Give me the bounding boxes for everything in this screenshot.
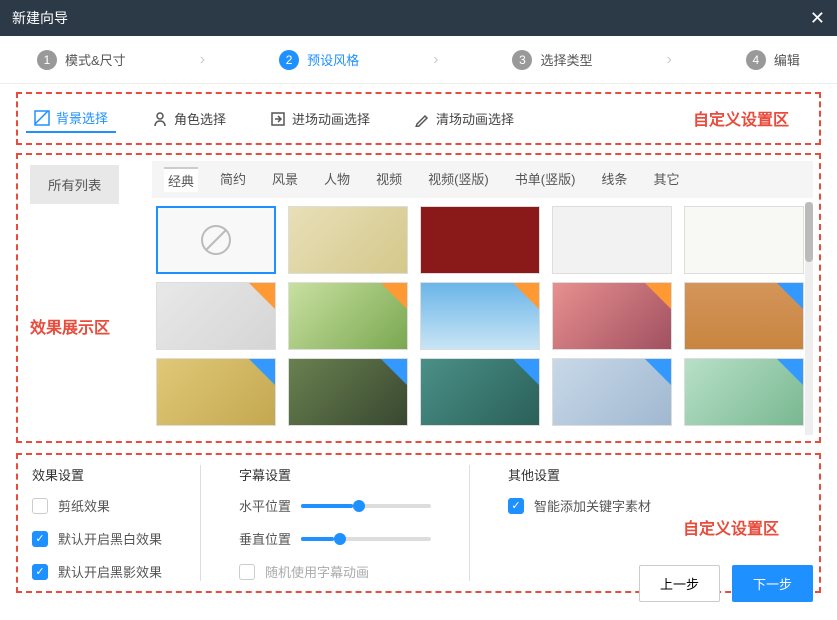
badge-icon <box>249 359 275 385</box>
badge-icon <box>777 359 803 385</box>
divider <box>200 465 201 581</box>
badge-icon <box>381 359 407 385</box>
effect-row[interactable]: 剪纸效果 <box>32 496 162 515</box>
checkbox[interactable] <box>239 564 255 580</box>
random-row[interactable]: 随机使用字幕动画 <box>239 562 431 581</box>
other-title: 其他设置 <box>508 465 651 484</box>
category-tabs: 经典 简约 风景 人物 视频 视频(竖版) 书单(竖版) 线条 其它 <box>152 161 813 198</box>
thumb-item[interactable] <box>552 358 672 426</box>
titlebar: 新建向导 ✕ <box>0 0 837 36</box>
badge-icon <box>645 283 671 309</box>
badge-icon <box>513 359 539 385</box>
tab-enter-animation[interactable]: 进场动画选择 <box>262 105 378 132</box>
chevron-right-icon: › <box>433 51 438 69</box>
other-settings: 其他设置 智能添加关键字素材 <box>508 465 651 581</box>
subtitle-settings: 字幕设置 水平位置 垂直位置 随机使用字幕动画 <box>239 465 431 581</box>
tab-background[interactable]: 背景选择 <box>26 104 116 133</box>
footer-buttons: 上一步 下一步 <box>639 565 813 602</box>
brush-icon <box>414 111 430 127</box>
scrollbar[interactable] <box>805 202 813 435</box>
wizard-steps: 1模式&尺寸 › 2预设风格 › 3选择类型 › 4编辑 <box>0 36 837 84</box>
sidebar: 所有列表 效果展示区 <box>24 161 144 435</box>
cat-other[interactable]: 其它 <box>649 167 683 192</box>
badge-icon <box>249 283 275 309</box>
cat-people[interactable]: 人物 <box>320 167 354 192</box>
prev-button[interactable]: 上一步 <box>639 565 720 602</box>
hpos-slider[interactable] <box>301 504 431 508</box>
window-title: 新建向导 <box>12 8 68 28</box>
main-area: 所有列表 效果展示区 经典 简约 风景 人物 视频 视频(竖版) 书单(竖版) … <box>16 153 821 443</box>
thumb-none[interactable] <box>156 206 276 274</box>
step-3[interactable]: 3选择类型 <box>512 50 592 70</box>
cat-simple[interactable]: 简约 <box>216 167 250 192</box>
cat-lines[interactable]: 线条 <box>597 167 631 192</box>
step-4[interactable]: 4编辑 <box>746 50 800 70</box>
chevron-right-icon: › <box>200 51 205 69</box>
checkbox[interactable] <box>32 531 48 547</box>
cat-book-v[interactable]: 书单(竖版) <box>511 167 580 192</box>
enter-icon <box>270 111 286 127</box>
thumb-item[interactable] <box>684 206 804 274</box>
thumb-item[interactable] <box>156 358 276 426</box>
chevron-right-icon: › <box>667 51 672 69</box>
badge-icon <box>777 283 803 309</box>
effect-row[interactable]: 默认开启黑白效果 <box>32 529 162 548</box>
thumb-item[interactable] <box>420 206 540 274</box>
thumb-item[interactable] <box>420 358 540 426</box>
effect-row[interactable]: 默认开启黑影效果 <box>32 562 162 581</box>
vpos-row: 垂直位置 <box>239 529 431 548</box>
thumbnail-grid <box>156 206 809 426</box>
person-icon <box>152 111 168 127</box>
tab-exit-animation[interactable]: 清场动画选择 <box>406 105 522 132</box>
annotation-custom-area: 自定义设置区 <box>683 515 779 539</box>
all-list-button[interactable]: 所有列表 <box>30 165 119 204</box>
annotation-preview-area: 效果展示区 <box>30 314 144 338</box>
thumb-item[interactable] <box>684 282 804 350</box>
badge-icon <box>381 283 407 309</box>
annotation-custom-area: 自定义设置区 <box>693 106 789 130</box>
cat-scenery[interactable]: 风景 <box>268 167 302 192</box>
thumb-item[interactable] <box>288 206 408 274</box>
checkbox[interactable] <box>32 564 48 580</box>
thumb-item[interactable] <box>288 358 408 426</box>
tab-character[interactable]: 角色选择 <box>144 105 234 132</box>
thumb-item[interactable] <box>288 282 408 350</box>
checkbox[interactable] <box>508 498 524 514</box>
thumb-item[interactable] <box>684 358 804 426</box>
thumb-item[interactable] <box>420 282 540 350</box>
section-tabs: 背景选择 角色选择 进场动画选择 清场动画选择 自定义设置区 <box>16 92 821 145</box>
vpos-slider[interactable] <box>301 537 431 541</box>
divider <box>469 465 470 581</box>
effect-settings: 效果设置 剪纸效果 默认开启黑白效果 默认开启黑影效果 <box>32 465 162 581</box>
step-2[interactable]: 2预设风格 <box>279 50 359 70</box>
badge-icon <box>513 283 539 309</box>
step-1[interactable]: 1模式&尺寸 <box>37 50 126 70</box>
cat-video-v[interactable]: 视频(竖版) <box>424 167 493 192</box>
thumb-item[interactable] <box>552 282 672 350</box>
checkbox[interactable] <box>32 498 48 514</box>
content-area: 经典 简约 风景 人物 视频 视频(竖版) 书单(竖版) 线条 其它 <box>152 161 813 435</box>
cat-classic[interactable]: 经典 <box>164 167 198 192</box>
close-icon[interactable]: ✕ <box>810 8 825 29</box>
background-icon <box>34 110 50 126</box>
thumb-item[interactable] <box>552 206 672 274</box>
effect-title: 效果设置 <box>32 465 162 484</box>
next-button[interactable]: 下一步 <box>732 565 813 602</box>
scrollbar-handle[interactable] <box>805 202 813 262</box>
smart-row[interactable]: 智能添加关键字素材 <box>508 496 651 515</box>
subtitle-title: 字幕设置 <box>239 465 431 484</box>
thumb-item[interactable] <box>156 282 276 350</box>
thumbnail-grid-wrap <box>152 198 813 435</box>
cat-video[interactable]: 视频 <box>372 167 406 192</box>
hpos-row: 水平位置 <box>239 496 431 515</box>
badge-icon <box>645 359 671 385</box>
